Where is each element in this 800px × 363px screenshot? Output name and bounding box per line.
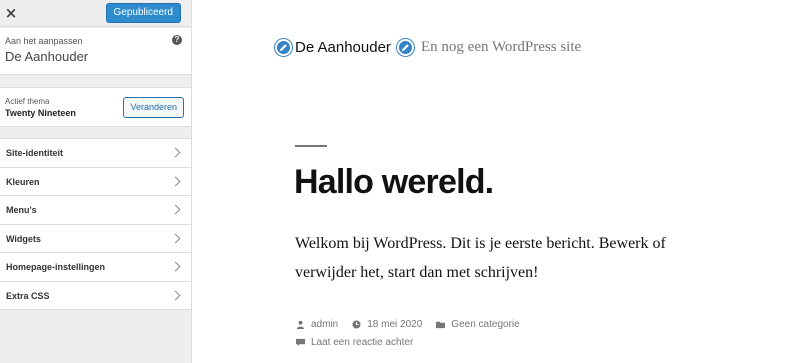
help-icon[interactable]: ? [172, 35, 182, 45]
section-extra-css[interactable]: Extra CSS [0, 281, 191, 310]
customizer-section-list: Site-identiteit Kleuren Menu's Widgets H… [0, 138, 191, 310]
section-label: Widgets [6, 233, 41, 244]
customizer-sidebar: × Gepubliceerd Aan het aanpassen De Aanh… [0, 0, 192, 363]
author-icon [296, 320, 305, 329]
active-theme-section: Actief thema Twenty Nineteen Veranderen [0, 87, 191, 127]
section-label: Site-identiteit [6, 148, 64, 158]
section-label: Extra CSS [6, 290, 50, 301]
edit-site-description-pencil-icon[interactable] [397, 39, 414, 56]
customizing-label: Aan het aanpassen [5, 36, 83, 46]
title-divider [295, 145, 327, 147]
section-widgets[interactable]: Widgets [0, 224, 191, 253]
chevron-right-icon [170, 176, 181, 186]
post-content: Welkom bij WordPress. Dit is je eerste b… [295, 235, 666, 281]
customizer-header: × Gepubliceerd [0, 0, 191, 27]
site-description: En nog een WordPress site [421, 39, 582, 55]
customizer-info: Aan het aanpassen De Aanhouder ? [0, 28, 191, 75]
folder-icon [436, 321, 446, 329]
section-homepage-settings[interactable]: Homepage-instellingen [0, 253, 191, 282]
section-label: Homepage-instellingen [6, 262, 106, 272]
site-preview: De Aanhouder En nog een WordPress site H… [192, 0, 800, 363]
site-title-label: De Aanhouder [5, 49, 89, 64]
chevron-right-icon [170, 261, 181, 272]
section-label: Menu's [6, 205, 37, 215]
close-customizer-button[interactable]: × [0, 0, 22, 26]
edit-site-name-pencil-icon[interactable] [275, 39, 292, 56]
section-colors[interactable]: Kleuren [0, 167, 191, 196]
post-date-link[interactable]: 18 mei 2020 [367, 319, 422, 330]
section-label: Kleuren [6, 176, 40, 187]
active-theme-label: Actief thema [5, 97, 50, 106]
post-title-link[interactable]: Hallo wereld. [294, 163, 494, 202]
theme-name: Twenty Nineteen [5, 108, 76, 118]
post-author-link[interactable]: admin [311, 319, 338, 330]
chevron-right-icon [170, 233, 181, 243]
chevron-right-icon [170, 204, 181, 215]
section-site-identity[interactable]: Site-identiteit [0, 139, 191, 168]
comment-icon [296, 338, 305, 347]
chevron-right-icon [170, 147, 181, 158]
chevron-right-icon [170, 290, 181, 300]
section-menus[interactable]: Menu's [0, 196, 191, 225]
site-name-link[interactable]: De Aanhouder [295, 39, 391, 56]
post-comment-meta: Laat een reactie achter [296, 337, 413, 348]
publish-button[interactable]: Gepubliceerd [105, 3, 181, 23]
clock-icon [352, 320, 361, 329]
post-category-link[interactable]: Geen categorie [451, 319, 519, 330]
leave-comment-link[interactable]: Laat een reactie achter [311, 337, 413, 348]
post-meta: admin 18 mei 2020 Geen categorie [296, 319, 520, 330]
change-theme-button[interactable]: Veranderen [123, 97, 184, 118]
